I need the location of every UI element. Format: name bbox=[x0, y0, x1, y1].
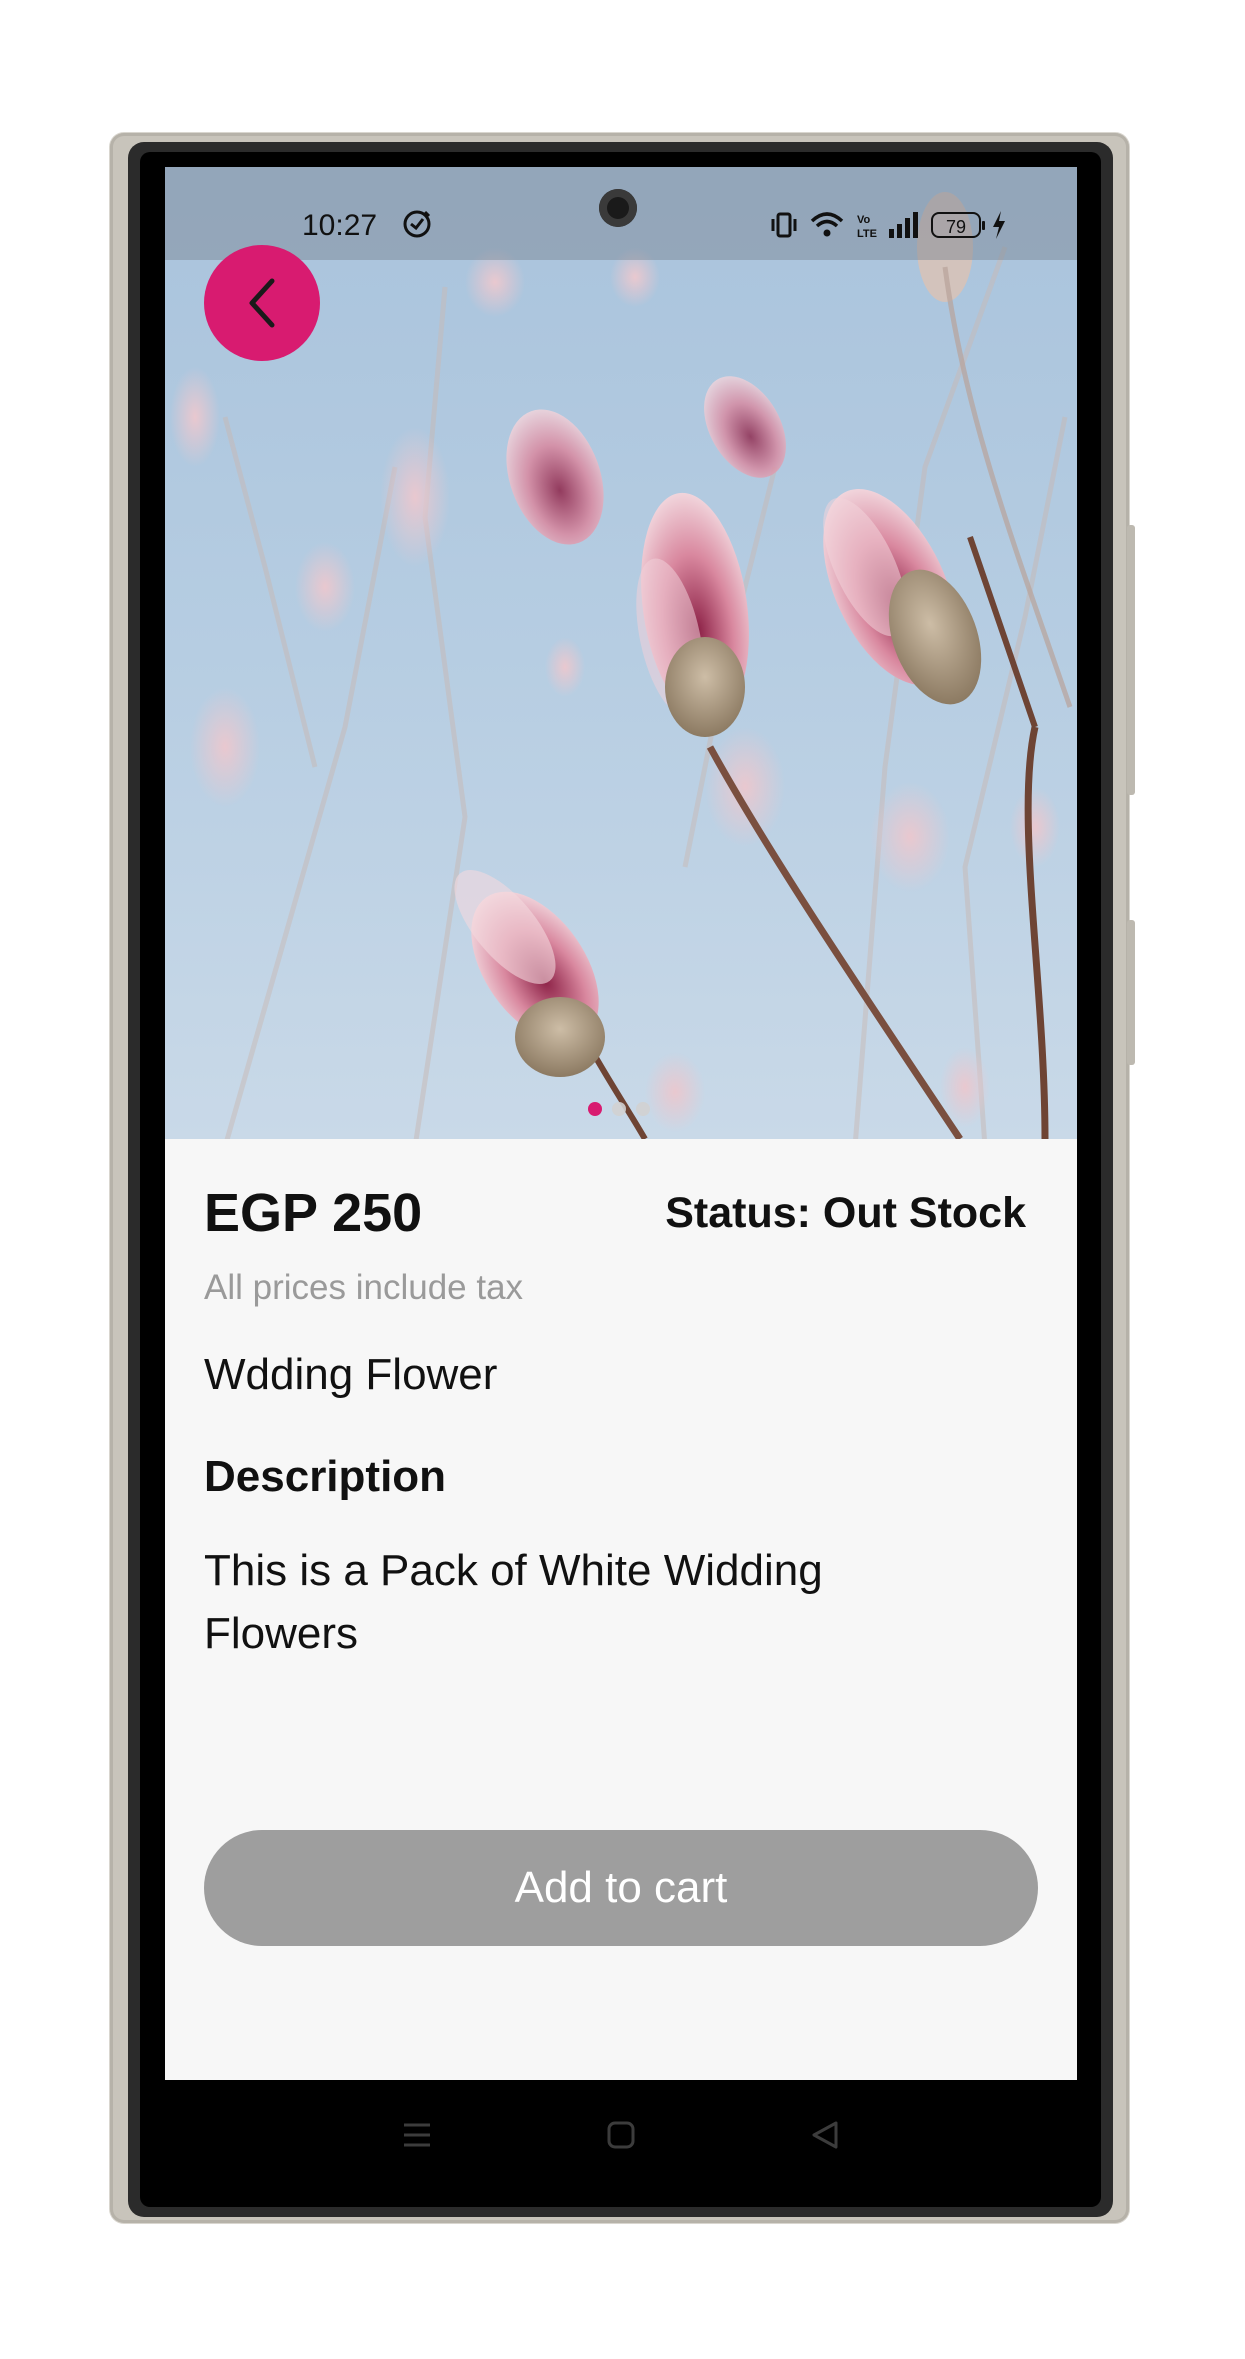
product-image-carousel[interactable]: 10:27 Vo LTE 79 bbox=[165, 167, 1077, 1139]
front-camera bbox=[599, 189, 637, 227]
description-heading: Description bbox=[204, 1452, 447, 1501]
power-button bbox=[1127, 525, 1135, 795]
app-screen: 10:27 Vo LTE 79 EGP 250 Status: Out Stoc… bbox=[165, 167, 1077, 2080]
carousel-dot-active[interactable] bbox=[588, 1102, 602, 1116]
home-icon[interactable] bbox=[603, 2117, 639, 2153]
volte-icon: Vo LTE bbox=[855, 210, 877, 240]
charging-icon bbox=[991, 210, 1007, 240]
system-navigation-bar bbox=[165, 2080, 1077, 2190]
wifi-icon bbox=[809, 210, 845, 240]
back-button[interactable] bbox=[204, 245, 320, 361]
back-triangle-icon[interactable] bbox=[807, 2117, 843, 2153]
carousel-dot[interactable] bbox=[612, 1102, 626, 1116]
recents-icon[interactable] bbox=[399, 2117, 435, 2153]
svg-text:LTE: LTE bbox=[857, 228, 877, 240]
sync-icon bbox=[400, 207, 434, 241]
vibrate-icon bbox=[769, 210, 799, 240]
carousel-dot[interactable] bbox=[636, 1102, 650, 1116]
product-price: EGP 250 bbox=[204, 1183, 423, 1243]
status-bar: 10:27 Vo LTE 79 bbox=[165, 167, 1077, 260]
chevron-left-icon bbox=[242, 275, 282, 331]
status-time: 10:27 bbox=[302, 209, 378, 242]
status-icons: Vo LTE 79 bbox=[769, 209, 1007, 241]
add-to-cart-button[interactable]: Add to cart bbox=[204, 1830, 1038, 1946]
svg-text:Vo: Vo bbox=[857, 214, 871, 226]
tax-note: All prices include tax bbox=[204, 1268, 524, 1307]
stock-status: Status: Out Stock bbox=[665, 1189, 1026, 1237]
product-name: Wdding Flower bbox=[204, 1350, 498, 1399]
description-text: This is a Pack of White Widding Flowers bbox=[204, 1546, 823, 1658]
carousel-indicator bbox=[588, 1102, 650, 1116]
volume-button bbox=[1127, 920, 1135, 1065]
battery-icon: 79 bbox=[931, 212, 985, 238]
signal-icon bbox=[887, 210, 921, 240]
